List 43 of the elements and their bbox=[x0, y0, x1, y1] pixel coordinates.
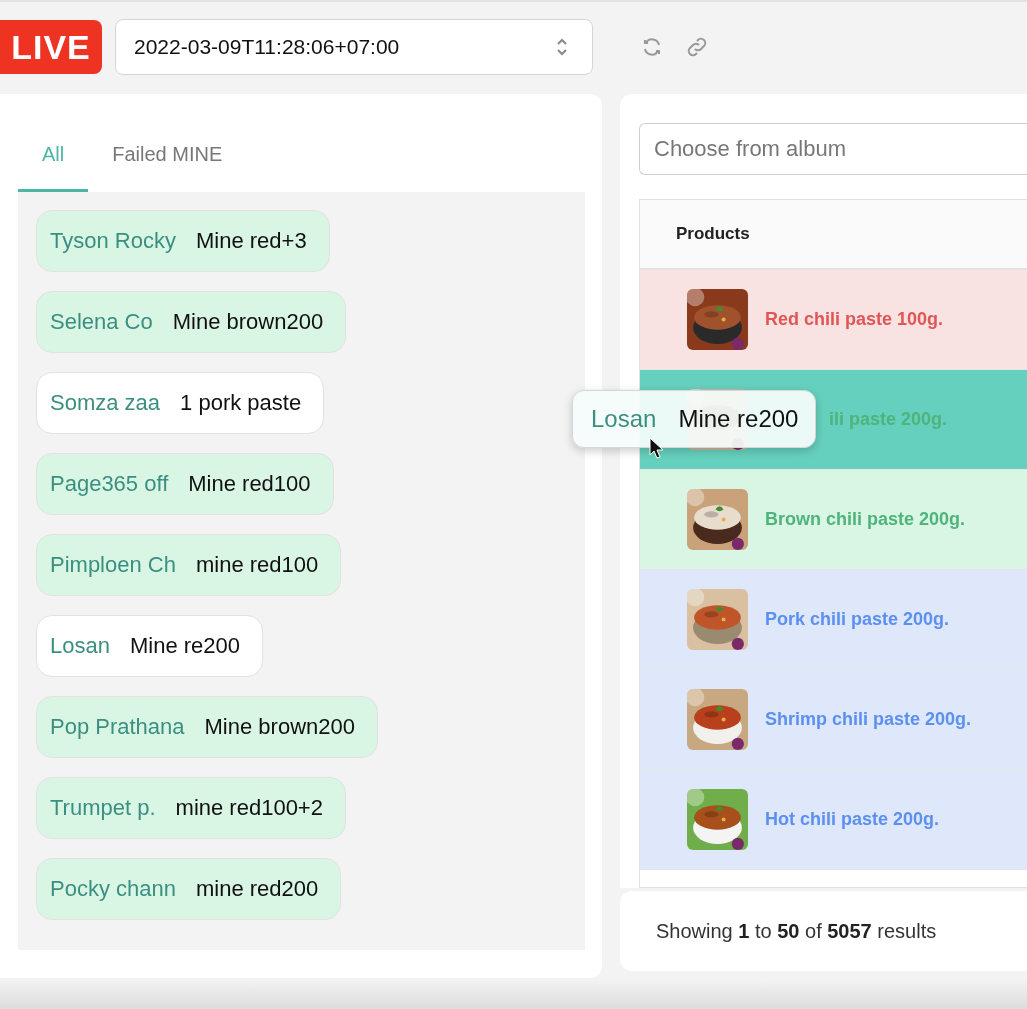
commenter-name: Pop Prathana bbox=[50, 714, 185, 740]
commenter-name: Selena Co bbox=[50, 309, 153, 335]
product-name: ili paste 200g. bbox=[829, 409, 948, 430]
comment-text: Mine brown200 bbox=[172, 309, 324, 335]
commenter-name: Somza zaa bbox=[50, 390, 161, 416]
pagination-summary: Showing 1 to 50 of 5057 results bbox=[656, 919, 937, 943]
comment-text: Mine red+3 bbox=[195, 228, 307, 254]
live-badge: LIVE bbox=[0, 20, 102, 74]
album-field[interactable]: Choose from album bbox=[639, 123, 1027, 175]
timestamp-select[interactable]: 2022-03-09T11:28:06+07:00 bbox=[115, 19, 593, 75]
column-header: Products bbox=[676, 224, 750, 244]
comment-bubble[interactable]: Page365 off Mine red100 bbox=[36, 453, 334, 515]
commenter-name: Page365 off bbox=[50, 471, 169, 497]
product-name: Pork chili paste 200g. bbox=[765, 609, 950, 630]
comment-text: Mine re200 bbox=[678, 405, 799, 433]
comment-bubble[interactable]: Losan Mine re200 bbox=[36, 615, 264, 677]
commenter-name: Tyson Rocky bbox=[50, 228, 176, 254]
commenter-name: Pimploen Ch bbox=[50, 552, 176, 578]
comment-text: 1 pork paste bbox=[180, 390, 302, 416]
product-name: Shrimp chili paste 200g. bbox=[765, 709, 972, 730]
product-name: Red chili paste 100g. bbox=[765, 309, 944, 330]
comment-bubble[interactable]: Pimploen Ch mine red100 bbox=[36, 534, 342, 596]
dragged-comment[interactable]: Losan Mine re200 bbox=[572, 390, 817, 448]
cursor-icon bbox=[649, 437, 665, 459]
product-name: Brown chili paste 200g. bbox=[765, 509, 966, 530]
comment-text: Mine red100 bbox=[188, 471, 311, 497]
comment-text: Mine re200 bbox=[129, 633, 241, 659]
comment-text: mine red200 bbox=[195, 876, 319, 902]
comment-bubble[interactable]: Tyson Rocky Mine red+3 bbox=[36, 210, 330, 272]
comment-bubble[interactable]: Pop Prathana Mine brown200 bbox=[36, 696, 378, 758]
link-icon bbox=[685, 35, 709, 59]
tab[interactable]: Failed MINE bbox=[88, 120, 247, 192]
product-name: Hot chili paste 200g. bbox=[765, 809, 940, 830]
comment-text: Mine brown200 bbox=[204, 714, 355, 740]
comment-bubble[interactable]: Pocky chann mine red200 bbox=[36, 858, 342, 920]
comment-text: mine red100 bbox=[195, 552, 319, 578]
commenter-name: Losan bbox=[50, 633, 110, 659]
commenter-name: Pocky chann bbox=[50, 876, 176, 902]
comment-bubble[interactable]: Somza zaa 1 pork paste bbox=[36, 372, 325, 434]
comment-bubble[interactable]: Trumpet p. mine red100+2 bbox=[36, 777, 346, 839]
comment-text: mine red100+2 bbox=[175, 795, 323, 821]
comment-bubble[interactable]: Selena Co Mine brown200 bbox=[36, 291, 347, 353]
commenter-name: Trumpet p. bbox=[50, 795, 156, 821]
